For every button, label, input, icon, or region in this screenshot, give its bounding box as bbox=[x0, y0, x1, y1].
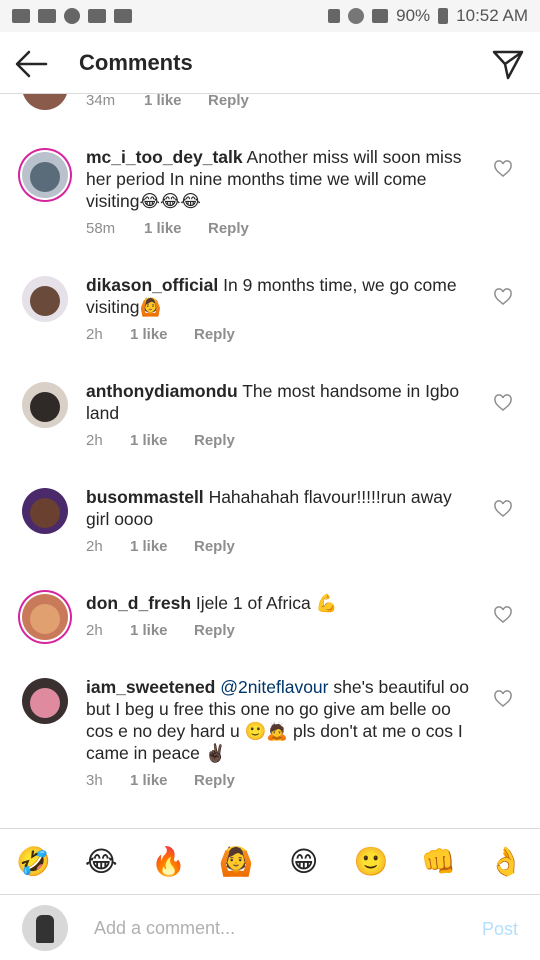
comment-time: 2h bbox=[86, 538, 103, 555]
status-left-icons bbox=[12, 8, 132, 24]
avatar[interactable] bbox=[22, 594, 68, 640]
heart-icon[interactable] bbox=[494, 394, 512, 412]
direct-message-button[interactable] bbox=[490, 46, 526, 82]
comment-username[interactable]: busommastell bbox=[86, 487, 204, 507]
comment-likes[interactable]: 1 like bbox=[130, 326, 194, 343]
gmail-icon bbox=[12, 9, 30, 23]
heart-icon[interactable] bbox=[494, 160, 512, 178]
comment-text: dikason_official In 9 months time, we go… bbox=[86, 274, 478, 318]
comment-time: 3h bbox=[86, 772, 103, 789]
message-icon bbox=[38, 9, 56, 23]
whatsapp-icon bbox=[64, 8, 80, 24]
emoji-fire-button[interactable]: 🔥 bbox=[143, 836, 195, 888]
comment-meta: 2h 1 like Reply bbox=[86, 622, 235, 639]
comment-text: don_d_fresh Ijele 1 of Africa 💪 bbox=[86, 592, 478, 614]
emoji-smile-button[interactable]: 🙂 bbox=[345, 836, 397, 888]
clock: 10:52 AM bbox=[456, 6, 528, 25]
comment-likes[interactable]: 1 like bbox=[130, 432, 194, 449]
comment-likes[interactable]: 1 like bbox=[130, 538, 194, 555]
reply-button[interactable]: Reply bbox=[194, 622, 235, 639]
comment-time: 2h bbox=[86, 432, 103, 449]
current-user-avatar bbox=[22, 905, 68, 951]
comment-time: 2h bbox=[86, 622, 103, 639]
reply-button[interactable]: Reply bbox=[208, 94, 249, 109]
header: Comments bbox=[0, 32, 540, 94]
emoji-quick-bar: 🤣 😂 🔥 🙆 😁 🙂 👊 👌 bbox=[0, 828, 540, 894]
comment-likes[interactable]: 1 like bbox=[130, 622, 194, 639]
battery-icon bbox=[438, 8, 449, 24]
heart-icon[interactable] bbox=[494, 690, 512, 708]
comment-likes[interactable]: 1 like bbox=[144, 94, 208, 109]
status-bar: 90% 10:52 AM bbox=[0, 0, 540, 32]
reply-button[interactable]: Reply bbox=[194, 538, 235, 555]
comment-likes[interactable]: 1 like bbox=[130, 772, 194, 789]
emoji-grin-button[interactable]: 😁 bbox=[278, 836, 330, 888]
heart-icon[interactable] bbox=[494, 288, 512, 306]
emoji-rofl-button[interactable]: 🤣 bbox=[8, 836, 60, 888]
reply-button[interactable]: Reply bbox=[208, 220, 249, 237]
comment-username[interactable]: iam_sweetened bbox=[86, 677, 215, 697]
comment-body: Ijele 1 of Africa 💪 bbox=[195, 593, 338, 613]
reply-button[interactable]: Reply bbox=[194, 772, 235, 789]
comment-text: iam_sweetened @2niteflavour she's beauti… bbox=[86, 676, 478, 764]
mail-icon bbox=[114, 9, 132, 23]
comment-time: 2h bbox=[86, 326, 103, 343]
comment-text: anthonydiamondu The most handsome in Igb… bbox=[86, 380, 478, 424]
avatar[interactable] bbox=[22, 276, 68, 322]
avatar[interactable] bbox=[22, 488, 68, 534]
comment-list[interactable]: 34m 1 like Reply mc_i_too_dey_talk Anoth… bbox=[0, 94, 540, 828]
emoji-fist-button[interactable]: 👊 bbox=[413, 836, 465, 888]
comment-partial: 34m 1 like Reply bbox=[0, 94, 540, 118]
comment-meta: 2h 1 like Reply bbox=[86, 538, 235, 555]
post-button[interactable]: Post bbox=[482, 919, 518, 940]
reply-button[interactable]: Reply bbox=[194, 326, 235, 343]
signal-icon bbox=[372, 9, 389, 23]
comment-meta: 34m 1 like Reply bbox=[86, 94, 249, 109]
comment-time: 58m bbox=[86, 220, 116, 237]
emoji-gesture-ok-button[interactable]: 🙆 bbox=[210, 836, 262, 888]
wifi-icon bbox=[348, 8, 365, 24]
reply-button[interactable]: Reply bbox=[194, 432, 235, 449]
comment-meta: 2h 1 like Reply bbox=[86, 326, 235, 343]
battery-percent: 90% bbox=[396, 6, 431, 25]
comment-text: busommastell Hahahahah flavour!!!!!run a… bbox=[86, 486, 478, 530]
arrow-left-icon bbox=[15, 50, 48, 78]
emoji-tears-of-joy-button[interactable]: 😂 bbox=[75, 836, 127, 888]
comment-meta: 58m 1 like Reply bbox=[86, 220, 249, 237]
comment-username[interactable]: mc_i_too_dey_talk bbox=[86, 147, 243, 167]
heart-icon[interactable] bbox=[494, 500, 512, 518]
mention-link[interactable]: @2niteflavour bbox=[220, 677, 328, 697]
page-title: Comments bbox=[79, 50, 193, 75]
gallery-icon bbox=[88, 9, 106, 23]
comment-username[interactable]: don_d_fresh bbox=[86, 593, 191, 613]
avatar[interactable] bbox=[22, 678, 68, 724]
avatar bbox=[22, 94, 68, 110]
comment-meta: 2h 1 like Reply bbox=[86, 432, 235, 449]
emoji-ok-hand-button[interactable]: 👌 bbox=[480, 836, 532, 888]
comment-text: mc_i_too_dey_talk Another miss will soon… bbox=[86, 146, 478, 212]
comment-username[interactable]: anthonydiamondu bbox=[86, 381, 238, 401]
sim-icon bbox=[328, 9, 341, 23]
comment-time: 34m bbox=[86, 94, 116, 109]
back-button[interactable] bbox=[12, 44, 52, 84]
comment-likes[interactable]: 1 like bbox=[144, 220, 208, 237]
status-right: 90% 10:52 AM bbox=[328, 6, 528, 26]
comment-input[interactable] bbox=[94, 915, 454, 941]
avatar[interactable] bbox=[22, 152, 68, 198]
avatar[interactable] bbox=[22, 382, 68, 428]
comment-meta: 3h 1 like Reply bbox=[86, 772, 235, 789]
comment-composer: Post bbox=[0, 894, 540, 960]
comment-username[interactable]: dikason_official bbox=[86, 275, 218, 295]
send-icon bbox=[492, 50, 524, 80]
heart-icon[interactable] bbox=[494, 606, 512, 624]
